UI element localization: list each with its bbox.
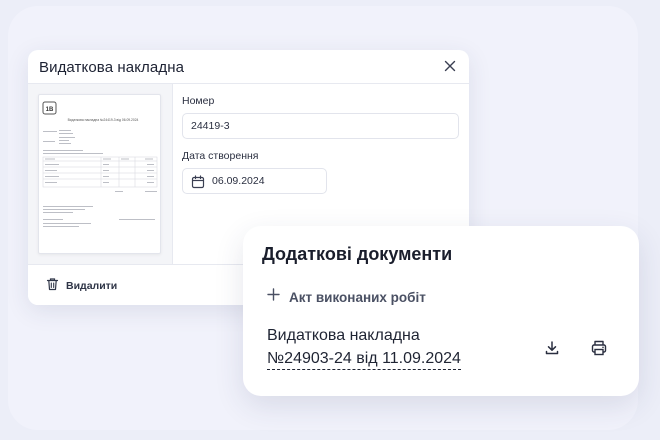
delete-label: Видалити bbox=[66, 280, 118, 292]
thumbnail-logo: 1B bbox=[46, 107, 54, 113]
modal-title: Видаткова накладна bbox=[39, 59, 185, 76]
additional-documents-card: Додаткові документи Акт виконаних робіт … bbox=[243, 226, 639, 396]
number-value: 24419-3 bbox=[191, 120, 230, 132]
docs-card-title: Додаткові документи bbox=[262, 244, 453, 264]
number-input[interactable]: 24419-3 bbox=[182, 113, 459, 139]
modal-header: Видаткова накладна bbox=[28, 50, 469, 84]
download-icon[interactable] bbox=[543, 339, 561, 357]
printer-icon[interactable] bbox=[590, 339, 608, 357]
document-preview-pane: 1B Видаткова накладна №24419-3 від 06.09… bbox=[28, 84, 173, 264]
add-act-button[interactable]: Акт виконаних робіт bbox=[267, 288, 426, 306]
plus-icon bbox=[267, 288, 280, 306]
delete-button[interactable]: Видалити bbox=[46, 277, 118, 296]
thumbnail-heading: Видаткова накладна №24419-3 від 06.09.20… bbox=[68, 118, 139, 122]
add-act-label: Акт виконаних робіт bbox=[289, 289, 426, 305]
trash-icon bbox=[46, 277, 59, 296]
document-entry-link[interactable]: №24903-24 від 11.09.2024 bbox=[267, 350, 461, 370]
date-input[interactable]: 06.09.2024 bbox=[182, 168, 327, 194]
document-entry-title: Видаткова накладна bbox=[267, 327, 420, 344]
document-thumbnail[interactable]: 1B Видаткова накладна №24419-3 від 06.09… bbox=[38, 94, 161, 254]
number-label: Номер bbox=[182, 95, 215, 107]
date-value: 06.09.2024 bbox=[212, 175, 265, 187]
close-icon[interactable] bbox=[442, 58, 458, 74]
date-label: Дата створення bbox=[182, 150, 259, 162]
calendar-icon bbox=[191, 174, 205, 198]
